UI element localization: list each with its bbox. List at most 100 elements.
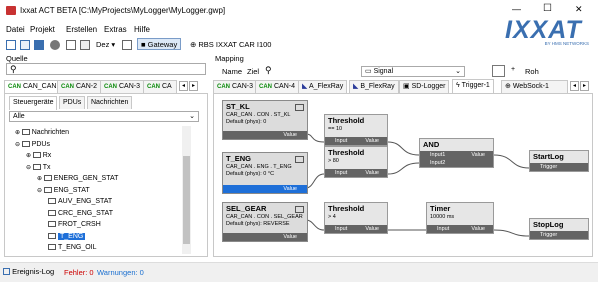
tab-scroll-right[interactable]: ▸ — [189, 81, 198, 91]
expand-icon[interactable]: ⊕ — [15, 130, 22, 136]
scrollbar-thumb[interactable] — [183, 156, 190, 244]
export-icon[interactable] — [80, 40, 90, 50]
ports-bar: Input Value — [325, 137, 387, 145]
quelle-search[interactable]: ⚲ — [6, 63, 206, 75]
expand-icon[interactable]: ⊖ — [15, 142, 22, 148]
search-icon[interactable]: ⚲ — [265, 65, 272, 76]
input-port[interactable]: Input — [437, 226, 449, 232]
tree-item[interactable]: ⊖ PDUs — [15, 140, 50, 149]
signal-dropdown[interactable]: ▭ Signal ⌄ — [361, 66, 465, 77]
tab-can-can[interactable]: CAN CAN_CAN — [4, 80, 61, 94]
tab-can-4[interactable]: CAN CAN-4 — [255, 80, 300, 93]
stoplog-node[interactable]: StopLog Trigger — [529, 218, 589, 240]
subtab-pdus[interactable]: PDUs — [59, 96, 86, 109]
input-port[interactable]: Input — [335, 170, 347, 176]
tree-item[interactable]: FROT_CRSH — [48, 220, 101, 229]
menu-extras[interactable]: Extras — [104, 25, 127, 34]
tree-item[interactable]: ⊕ Rx — [26, 151, 51, 160]
filter-dropdown[interactable]: Alle ⌄ — [9, 111, 199, 122]
tree-item[interactable]: ⊕ Nachrichten — [15, 128, 69, 137]
mapping-canvas[interactable]: ST_KL CAR_CAN . CON . ST_KL Default (phy… — [213, 93, 593, 257]
startlog-node[interactable]: StartLog Trigger — [529, 150, 589, 172]
tree-item[interactable]: T_ENG — [48, 232, 86, 241]
tab-b-flexray[interactable]: ◣ B_FlexRay — [349, 80, 399, 93]
minimize-button[interactable]: — — [512, 4, 521, 14]
output-port[interactable]: Value — [223, 233, 307, 241]
tab-sd-logger[interactable]: ▣ SD-Logger — [399, 80, 450, 93]
output-port[interactable]: Value — [365, 225, 379, 233]
menu-projekt[interactable]: Projekt — [30, 25, 55, 34]
expand-icon[interactable]: ⊕ — [37, 176, 44, 182]
tree-item[interactable]: ⊕ ENERG_GEN_STAT — [37, 174, 118, 183]
ports-bar: Input Value — [325, 225, 387, 233]
threshold-node-1[interactable]: Threshold == 10 Input Value — [324, 114, 388, 146]
gateway-button[interactable]: ■ Gateway — [137, 38, 182, 50]
tab-scroll-right[interactable]: ▸ — [580, 81, 589, 91]
new-icon[interactable] — [6, 40, 16, 50]
tab-websock-1[interactable]: ⊕ WebSock-1 — [501, 80, 568, 93]
tree-item[interactable]: T_ENG_OIL — [48, 243, 97, 252]
input-port[interactable]: Input — [335, 138, 347, 144]
import-icon[interactable] — [66, 40, 76, 50]
input-port-2[interactable]: Input2 — [430, 159, 493, 167]
lightning-icon: ϟ — [456, 82, 460, 89]
signal-node-t-eng[interactable]: T_ENG CAR_CAN . ENG . T_ENG Default (phy… — [222, 152, 308, 194]
tab-can-3[interactable]: CAN CAN-3 — [213, 80, 258, 93]
output-port[interactable]: Value — [365, 169, 379, 177]
close-button[interactable]: ✕ — [575, 4, 583, 15]
roh-label[interactable]: Roh — [525, 67, 539, 76]
threshold-node-2[interactable]: Threshold > 80 Input Value — [324, 146, 388, 178]
tree-item[interactable]: AUV_ENG_STAT — [48, 197, 112, 206]
tab-can-3[interactable]: CAN CAN-3 — [100, 80, 145, 93]
output-port[interactable]: Value — [471, 151, 485, 159]
tree-item[interactable]: CRC_ENG_STAT — [48, 209, 113, 218]
output-port[interactable]: Value — [471, 225, 485, 233]
expand-icon[interactable]: ⊖ — [26, 165, 33, 171]
output-port[interactable]: Value — [365, 137, 379, 145]
quelle-pane: Quelle ⚲ CAN CAN_CAN CAN CAN-2 CAN CAN-3 CA… — [3, 52, 210, 258]
threshold-node-3[interactable]: Threshold > 4 Input Value — [324, 202, 388, 234]
menu-hilfe[interactable]: Hilfe — [134, 25, 150, 34]
view-button[interactable] — [492, 65, 505, 77]
menu-erstellen[interactable]: Erstellen — [66, 25, 97, 34]
tab-a-flexray[interactable]: ◣ A_FlexRay — [298, 80, 348, 93]
tab-can-2[interactable]: CAN CAN-2 — [57, 80, 102, 93]
scrollbar[interactable] — [182, 126, 191, 254]
signal-node-st-kl[interactable]: ST_KL CAR_CAN . CON . ST_KL Default (phy… — [222, 100, 308, 140]
open-icon[interactable] — [20, 40, 30, 50]
can-icon: CAN — [61, 84, 74, 90]
tree-item[interactable]: ⊖ ENG_STAT — [37, 186, 90, 195]
tree-item-label: T_ENG — [58, 232, 86, 240]
name-label[interactable]: Name — [222, 67, 242, 76]
timer-node[interactable]: Timer 10000 ms Input Value — [426, 202, 494, 234]
expand-icon[interactable]: ⊖ — [37, 188, 44, 194]
and-node[interactable]: AND Input1 Input2 Value — [419, 138, 494, 168]
tree-item[interactable]: ⊖ Tx — [26, 163, 50, 172]
input-port[interactable]: Trigger — [530, 163, 588, 171]
add-icon[interactable]: + — [511, 66, 515, 73]
event-log-button[interactable]: Ereignis-Log — [3, 267, 54, 276]
input-port[interactable]: Trigger — [530, 231, 588, 239]
input-port[interactable]: Input — [335, 226, 347, 232]
ziel-label[interactable]: Ziel — [247, 67, 259, 76]
tab-can-4[interactable]: CAN CA — [143, 80, 177, 93]
signal-node-sel-gear[interactable]: SEL_GEAR CAR_CAN . CON . SEL_GEAR Defaul… — [222, 202, 308, 242]
dez-dropdown[interactable]: Dez ▾ — [96, 40, 115, 49]
tab-scroll-left[interactable]: ◂ — [570, 81, 579, 91]
maximize-button[interactable]: ☐ — [543, 3, 552, 14]
node-condition: 10000 ms — [430, 214, 455, 220]
subtab-nachrichten[interactable]: Nachrichten — [87, 96, 133, 109]
user-icon[interactable] — [50, 40, 60, 50]
signal-value: Signal — [373, 68, 394, 75]
expand-icon[interactable]: ⊕ — [26, 153, 33, 159]
save-icon[interactable] — [34, 40, 44, 50]
tab-scroll-left[interactable]: ◂ — [179, 81, 188, 91]
menu-datei[interactable]: Datei — [6, 25, 25, 34]
copy-icon[interactable] — [122, 40, 132, 50]
node-title: Timer — [430, 204, 451, 213]
tree-item-label: Nachrichten — [31, 129, 70, 136]
tab-trigger-1[interactable]: ϟ Trigger-1 — [452, 79, 494, 93]
subtab-steuergeraete[interactable]: Steuergeräte — [9, 96, 58, 110]
output-port[interactable]: Value — [223, 185, 307, 193]
output-port[interactable]: Value — [223, 131, 307, 139]
